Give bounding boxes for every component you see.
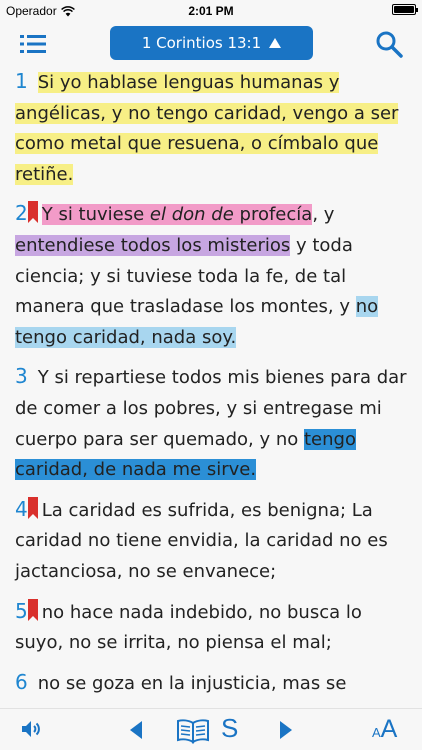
reference-label: 1 Corintios 13:1 bbox=[141, 34, 262, 52]
speaker-icon[interactable] bbox=[20, 717, 44, 741]
verse-number[interactable]: 3 bbox=[15, 361, 28, 392]
verse-text: no hace nada indebido, no busca lo suyo,… bbox=[15, 601, 362, 654]
verse-number[interactable]: 2 bbox=[15, 198, 28, 229]
verse-text: Y si tuviese bbox=[41, 204, 150, 226]
status-bar: Operador 2:01 PM bbox=[0, 0, 422, 22]
verse-text-italic: el don de bbox=[149, 204, 234, 226]
open-book-icon[interactable] bbox=[176, 718, 210, 744]
strongs-button[interactable]: S bbox=[221, 713, 243, 744]
verse-number[interactable]: 1 bbox=[15, 66, 28, 97]
verse-text: profecía bbox=[233, 204, 313, 226]
font-size-button[interactable]: AA bbox=[372, 715, 397, 744]
status-right bbox=[392, 4, 418, 15]
battery-icon bbox=[392, 4, 418, 15]
next-chapter-icon[interactable] bbox=[278, 720, 294, 740]
scripture-content[interactable]: 1 Si yo hablase lenguas humanas y angélic… bbox=[0, 66, 422, 708]
bookmark-ribbon-icon[interactable] bbox=[27, 201, 38, 224]
status-time: 2:01 PM bbox=[188, 4, 234, 18]
verse-text-highlight-purple: entendiese todos los misterios bbox=[15, 234, 291, 256]
reference-selector-button[interactable]: 1 Corintios 13:1 bbox=[110, 26, 313, 60]
bookmark-ribbon-icon[interactable] bbox=[27, 496, 38, 519]
font-size-big-label: A bbox=[380, 715, 398, 743]
previous-chapter-icon[interactable] bbox=[128, 720, 144, 740]
font-size-small-label: A bbox=[372, 725, 381, 740]
search-icon[interactable] bbox=[375, 30, 403, 58]
verse-5[interactable]: 5 no hace nada indebido, no busca lo suyo… bbox=[0, 596, 422, 659]
bookmark-ribbon-icon[interactable] bbox=[27, 598, 38, 621]
verse-text: La caridad es sufrida, es benigna; La ca… bbox=[15, 499, 388, 582]
verse-text: , y bbox=[312, 204, 335, 226]
bottom-toolbar: S AA bbox=[0, 708, 422, 750]
caret-up-icon bbox=[269, 38, 282, 48]
verse-text: no se goza en la injusticia, mas se bbox=[37, 672, 347, 694]
verse-6[interactable]: 6 no se goza en la injusticia, mas se bbox=[0, 667, 422, 700]
verse-number[interactable]: 4 bbox=[15, 494, 28, 525]
verse-2[interactable]: 2 Y si tuviese el don de profecía, y ente… bbox=[0, 198, 422, 353]
verse-4[interactable]: 4 La caridad es sufrida, es benigna; La c… bbox=[0, 494, 422, 588]
verse-text-highlight-pink: Y si tuviese el don de profecía bbox=[41, 204, 313, 226]
top-nav: 1 Corintios 13:1 bbox=[0, 22, 422, 66]
list-menu-icon[interactable] bbox=[20, 34, 46, 54]
verse-1[interactable]: 1 Si yo hablase lenguas humanas y angélic… bbox=[0, 66, 422, 190]
verse-3[interactable]: 3Y si repartiese todos mis bienes para d… bbox=[0, 361, 422, 485]
verse-text-highlight-yellow: Si yo hablase lenguas humanas y angélica… bbox=[15, 72, 399, 185]
verse-number[interactable]: 5 bbox=[15, 596, 28, 627]
verse-number[interactable]: 6 bbox=[15, 667, 28, 698]
